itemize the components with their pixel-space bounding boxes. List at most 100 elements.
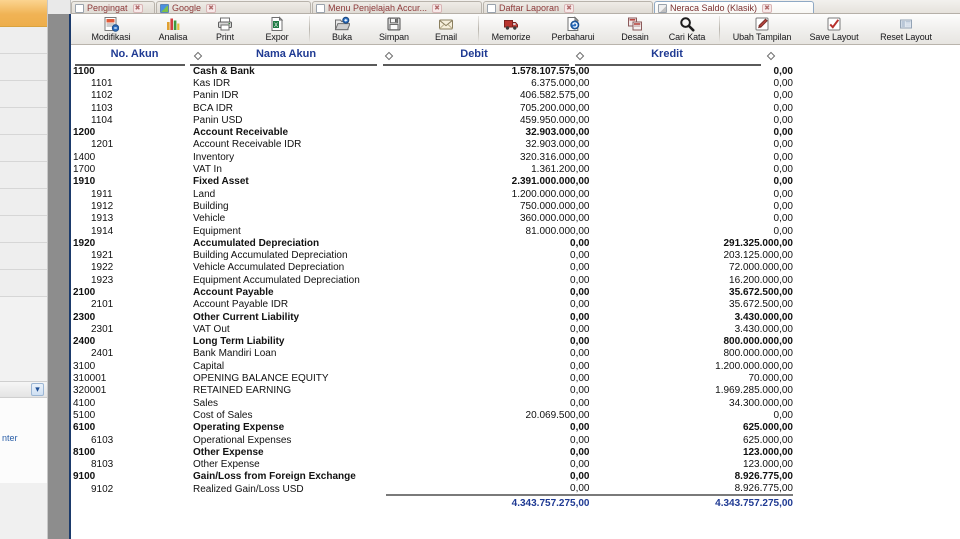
table-row[interactable]: 1201 Account Receivable IDR 32.903.000,00 0… xyxy=(73,139,793,151)
account-name: Equipment Accumulated Depreciation xyxy=(193,274,386,286)
table-row[interactable]: 2401 Bank Mandiri Loan 0,00 800.000.000,00 xyxy=(73,348,793,360)
table-row[interactable]: 1400 Inventory 320.316.000,00 0,00 xyxy=(73,151,793,163)
table-row[interactable]: 1913 Vehicle 360.000.000,00 0,00 xyxy=(73,213,793,225)
table-row[interactable]: 310001 OPENING BALANCE EQUITY 0,00 70.000,0… xyxy=(73,372,793,384)
navigator-item[interactable] xyxy=(0,270,47,297)
navigator-item[interactable] xyxy=(0,54,47,81)
navigator-item[interactable] xyxy=(0,108,47,135)
toolbar-button-print[interactable]: Print xyxy=(199,14,251,44)
table-row[interactable]: 1923 Equipment Accumulated Depreciation 0,… xyxy=(73,274,793,286)
close-icon[interactable]: ✖ xyxy=(206,3,217,13)
table-row[interactable]: 6103 Operational Expenses 0,00 625.000,00 xyxy=(73,434,793,446)
account-code: 1101 xyxy=(91,77,113,89)
account-code: 1100 xyxy=(73,65,95,77)
table-row[interactable]: 1911 Land 1.200.000.000,00 0,00 xyxy=(73,188,793,200)
column-header-no-akun[interactable]: No. Akun xyxy=(77,48,192,60)
close-icon[interactable]: ✖ xyxy=(132,3,143,13)
close-icon[interactable]: ✖ xyxy=(762,3,773,13)
account-name-text: Equipment Accumulated Depreciation xyxy=(193,274,360,286)
toolbar-button-analisa[interactable]: Analisa xyxy=(147,14,199,44)
account-name: Building xyxy=(193,200,386,212)
table-row[interactable]: 4100 Sales 0,00 34.300.000,00 xyxy=(73,397,793,409)
table-row[interactable]: 2100 Account Payable 0,00 35.672.500,00 xyxy=(73,286,793,298)
toolbar-button-expor[interactable]: X Expor xyxy=(251,14,303,44)
column-header-nama-akun[interactable]: Nama Akun xyxy=(191,48,381,60)
toolbar-button-ubah-tampilan[interactable]: Ubah Tampilan xyxy=(726,14,798,44)
table-row[interactable]: 3100 Capital 0,00 1.200.000.000,00 xyxy=(73,360,793,372)
toolbar-button-cari-kata[interactable]: Cari Kata xyxy=(661,14,713,44)
table-row[interactable]: 6100 Operating Expense 0,00 625.000,00 xyxy=(73,422,793,434)
close-icon[interactable]: ✖ xyxy=(432,3,443,13)
account-code: 1103 xyxy=(91,102,113,114)
navigator-item[interactable] xyxy=(0,216,47,243)
debit-amount: 360.000.000,00 xyxy=(519,213,590,225)
toolbar-separator xyxy=(719,16,720,42)
table-row[interactable]: 1200 Account Receivable 32.903.000,00 0,00 xyxy=(73,126,793,138)
debit-amount: 2.391.000.000,00 xyxy=(511,176,590,188)
navigator-item[interactable] xyxy=(0,81,47,108)
column-header-debit[interactable]: Debit xyxy=(379,48,569,60)
table-row[interactable]: 1910 Fixed Asset 2.391.000.000,00 0,00 xyxy=(73,176,793,188)
table-row[interactable]: 1700 VAT In 1.361.200,00 0,00 xyxy=(73,163,793,175)
navigator-expand-bar[interactable]: ▾ xyxy=(0,381,47,398)
toolbar-button-email[interactable]: Email xyxy=(420,14,472,44)
account-name-text: Operational Expenses xyxy=(193,434,292,446)
toolbar-button-simpan[interactable]: Simpan xyxy=(368,14,420,44)
table-row[interactable]: 2300 Other Current Liability 0,00 3.430.000… xyxy=(73,311,793,323)
table-row[interactable]: 1914 Equipment 81.000.000,00 0,00 xyxy=(73,225,793,237)
table-row[interactable]: 2301 VAT Out 0,00 3.430.000,00 xyxy=(73,323,793,335)
navigator-item[interactable] xyxy=(0,162,47,189)
table-row[interactable]: 1921 Building Accumulated Depreciation 0,0… xyxy=(73,249,793,261)
table-total-row: 4.343.757.275,00 4.343.757.275,00 xyxy=(73,494,793,510)
table-row[interactable]: 8100 Other Expense 0,00 123.000,00 xyxy=(73,446,793,458)
navigator-item[interactable] xyxy=(0,243,47,270)
toolbar-button-reset-layout[interactable]: Reset Layout xyxy=(870,14,942,44)
table-row[interactable]: 1101 Kas IDR 6.375.000,00 0,00 xyxy=(73,77,793,89)
debit-amount: 32.903.000,00 xyxy=(525,127,590,139)
document-tab-label: Menu Penjelajah Accur... xyxy=(328,3,428,13)
table-row[interactable]: 5100 Cost of Sales 20.069.500,00 0,00 xyxy=(73,409,793,421)
toolbar-button-buka[interactable]: Buka xyxy=(316,14,368,44)
toolbar-button-perbaharui[interactable]: Perbaharui xyxy=(537,14,609,44)
toolbar-button-save-layout[interactable]: Save Layout xyxy=(798,14,870,44)
table-row[interactable]: 1104 Panin USD 459.950.000,00 0,00 xyxy=(73,114,793,126)
navigator-item[interactable] xyxy=(0,189,47,216)
table-row[interactable]: 1103 BCA IDR 705.200.000,00 0,00 xyxy=(73,102,793,114)
table-row[interactable]: 1922 Vehicle Accumulated Depreciation 0,00… xyxy=(73,262,793,274)
account-name-text: Account Receivable IDR xyxy=(193,139,302,151)
table-row[interactable]: 1912 Building 750.000.000,00 0,00 xyxy=(73,200,793,212)
window-gutter xyxy=(48,14,71,539)
table-row[interactable]: 9102 Realized Gain/Loss USD 0,00 8.926.775,… xyxy=(73,483,793,495)
table-row[interactable]: 2400 Long Term Liability 0,00 800.000.000,0… xyxy=(73,336,793,348)
table-row[interactable]: 1920 Accumulated Depreciation 0,00 291.325.… xyxy=(73,237,793,249)
credit-amount: 625.000,00 xyxy=(742,422,793,434)
document-tab[interactable]: Google ✖ xyxy=(156,1,311,13)
account-name: Vehicle xyxy=(193,213,386,225)
navigator-item-selected[interactable] xyxy=(0,0,47,27)
document-tab[interactable]: Pengingat ✖ xyxy=(71,1,155,13)
toolbar-button-modifikasi[interactable]: Modifikasi xyxy=(75,14,147,44)
table-row[interactable]: 8103 Other Expense 0,00 123.000,00 xyxy=(73,459,793,471)
chevron-double-down-icon[interactable]: ▾ xyxy=(31,383,44,396)
account-name-text: Long Term Liability xyxy=(193,336,285,348)
navigator-item[interactable] xyxy=(0,135,47,162)
debit-amount: 320.316.000,00 xyxy=(519,151,590,163)
refresh-page-icon xyxy=(565,15,581,32)
toolbar-button-memorize[interactable]: Memorize xyxy=(485,14,537,44)
table-row[interactable]: 1100 Cash & Bank 1.578.107.575,00 0,00 xyxy=(73,65,793,77)
toolbar-button-desain[interactable]: Desain xyxy=(609,14,661,44)
sort-diamond-icon[interactable] xyxy=(766,51,776,61)
document-tab[interactable]: Daftar Laporan ✖ xyxy=(483,1,653,13)
table-row[interactable]: 9100 Gain/Loss from Foreign Exchange 0,00 8… xyxy=(73,471,793,483)
table-row[interactable]: 2101 Account Payable IDR 0,00 35.672.500,00 xyxy=(73,299,793,311)
column-header-kredit[interactable]: Kredit xyxy=(571,48,763,60)
table-row[interactable]: 1102 Panin IDR 406.582.575,00 0,00 xyxy=(73,90,793,102)
table-row[interactable]: 320001 RETAINED EARNING 0,00 1.969.285.000,… xyxy=(73,385,793,397)
navigator-item[interactable] xyxy=(0,27,47,54)
document-tab[interactable]: Menu Penjelajah Accur... ✖ xyxy=(312,1,482,13)
document-tab[interactable]: Neraca Saldo (Klasik) ✖ xyxy=(654,1,814,13)
account-code: 1201 xyxy=(91,139,114,151)
toolbar-button-label: Ubah Tampilan xyxy=(732,32,792,42)
close-icon[interactable]: ✖ xyxy=(564,3,575,13)
debit-amount: 6.375.000,00 xyxy=(531,77,590,89)
